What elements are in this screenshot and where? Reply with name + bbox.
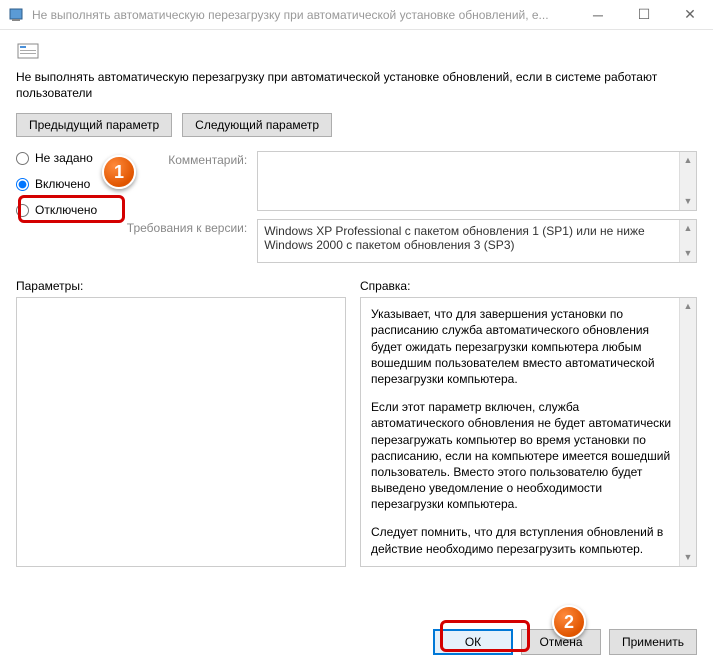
policy-app-icon xyxy=(8,7,24,23)
dialog-footer: ОК Отмена Применить xyxy=(433,629,697,655)
ok-button[interactable]: ОК xyxy=(433,629,513,655)
titlebar: Не выполнять автоматическую перезагрузку… xyxy=(0,0,713,30)
cancel-button[interactable]: Отмена xyxy=(521,629,601,655)
radio-enabled-label: Включено xyxy=(35,177,90,191)
window-title: Не выполнять автоматическую перезагрузку… xyxy=(32,8,575,22)
next-setting-button[interactable]: Следующий параметр xyxy=(182,113,332,137)
radio-enabled[interactable]: Включено xyxy=(16,177,97,191)
radio-not-configured[interactable]: Не задано xyxy=(16,151,97,165)
help-p3: Следует помнить, что для вступления обно… xyxy=(371,524,674,556)
scrollbar[interactable]: ▲▼ xyxy=(679,220,696,262)
help-p1: Указывает, что для завершения установки … xyxy=(371,306,674,387)
policy-object-icon xyxy=(16,40,40,64)
radio-disabled-label: Отключено xyxy=(35,203,97,217)
help-label: Справка: xyxy=(360,279,697,293)
radio-enabled-input[interactable] xyxy=(16,178,29,191)
supported-textbox: Windows XP Professional с пакетом обновл… xyxy=(257,219,697,263)
radio-disabled-input[interactable] xyxy=(16,204,29,217)
supported-text: Windows XP Professional с пакетом обновл… xyxy=(264,224,645,252)
close-button[interactable]: ✕ xyxy=(667,0,713,30)
policy-title: Не выполнять автоматическую перезагрузку… xyxy=(16,70,697,101)
supported-label: Требования к версии: xyxy=(117,219,247,235)
comment-label: Комментарий: xyxy=(117,151,247,167)
state-radio-group: Не задано Включено Отключено xyxy=(16,151,97,217)
comment-textbox[interactable]: ▲▼ xyxy=(257,151,697,211)
options-panel xyxy=(16,297,346,567)
apply-button[interactable]: Применить xyxy=(609,629,697,655)
help-p2: Если этот параметр включен, служба автом… xyxy=(371,399,674,512)
maximize-button[interactable]: ☐ xyxy=(621,0,667,30)
radio-not-configured-input[interactable] xyxy=(16,152,29,165)
scrollbar[interactable]: ▲▼ xyxy=(679,152,696,210)
options-label: Параметры: xyxy=(16,279,346,293)
minimize-button[interactable]: ─ xyxy=(575,0,621,30)
help-panel: Указывает, что для завершения установки … xyxy=(360,297,697,567)
radio-disabled[interactable]: Отключено xyxy=(16,203,97,217)
radio-not-configured-label: Не задано xyxy=(35,151,93,165)
scrollbar[interactable]: ▲▼ xyxy=(679,298,696,566)
previous-setting-button[interactable]: Предыдущий параметр xyxy=(16,113,172,137)
